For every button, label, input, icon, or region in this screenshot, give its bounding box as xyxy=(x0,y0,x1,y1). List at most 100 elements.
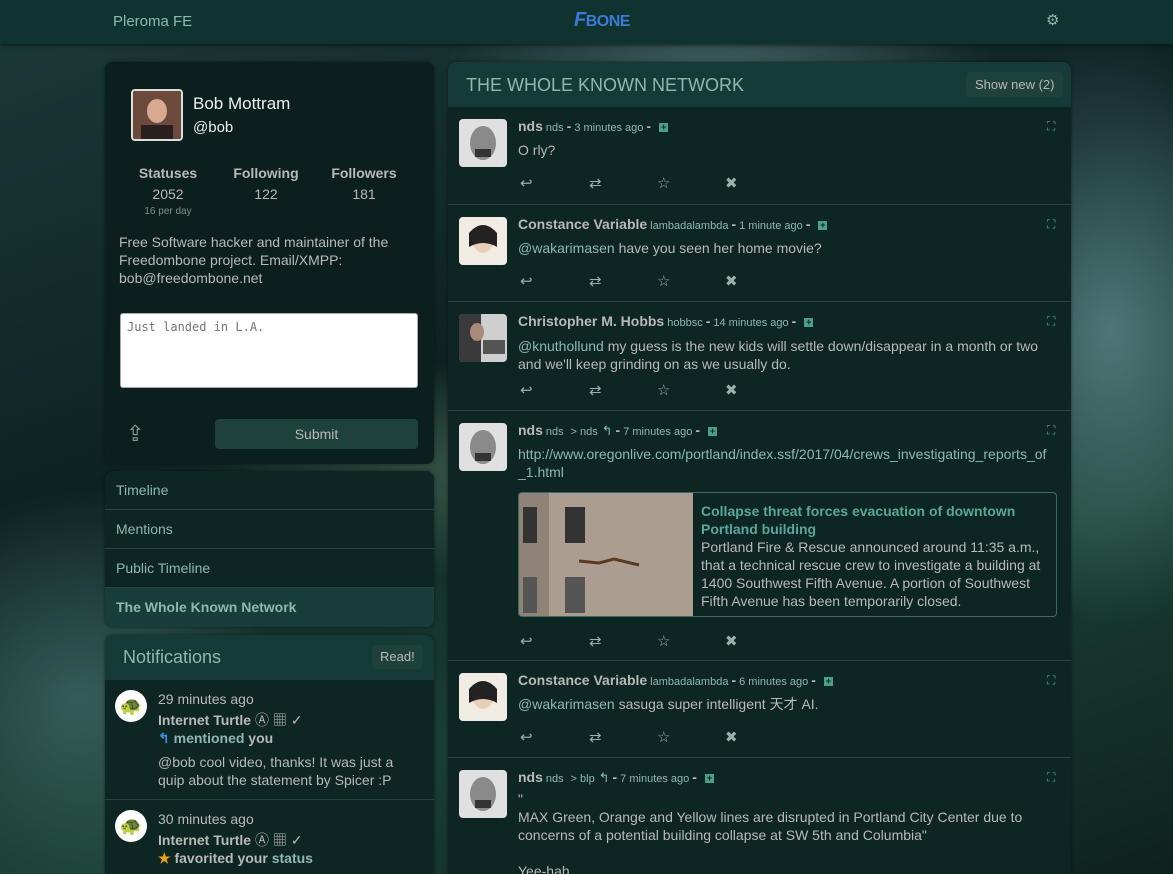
link-preview-image xyxy=(519,493,693,616)
timeline-panel: THE WHOLE KNOWN NETWORK Show new (2) nds… xyxy=(448,62,1071,874)
delete-x-icon[interactable]: ✖ xyxy=(725,381,738,399)
status-item: Constance Variable lambadalambda -6 minute… xyxy=(448,661,1071,758)
status-body: @wakarimasen have you seen her home movi… xyxy=(518,240,822,256)
top-navbar: Pleroma FE FBONE ⚙ xyxy=(0,0,1173,44)
status-link[interactable]: http://www.oregonlive.com/portland/index… xyxy=(518,445,1053,481)
status-body: @knuthollund my guess is the new kids wi… xyxy=(518,338,1039,372)
status-header: nds nds -3 minutes ago - + xyxy=(518,118,669,134)
binoculars-icon[interactable]: ⛶ xyxy=(1047,673,1055,688)
status-header: Christopher M. Hobbs hobbsc -14 minutes ag… xyxy=(518,313,814,329)
reply-icon: ↰ xyxy=(158,730,170,746)
nav-item-timeline[interactable]: Timeline xyxy=(105,471,434,510)
user-display-name[interactable]: Bob Mottram xyxy=(193,94,290,114)
turtle-avatar-icon[interactable]: 🐢 xyxy=(115,690,147,722)
stat-followers[interactable]: Followers 181 xyxy=(319,165,409,202)
binoculars-icon[interactable]: ⛶ xyxy=(1047,217,1055,232)
expand-icon[interactable]: + xyxy=(804,318,814,327)
repeat-icon[interactable]: ⇄ xyxy=(589,381,602,399)
checkmark-icon: ✓ xyxy=(290,712,303,728)
binoculars-icon[interactable]: ⛶ xyxy=(1047,314,1055,329)
timeline-nav: Timeline Mentions Public Timeline The Wh… xyxy=(105,471,434,627)
status-avatar[interactable] xyxy=(459,770,507,818)
delete-x-icon[interactable]: ✖ xyxy=(725,728,738,746)
favorite-star-icon[interactable]: ☆ xyxy=(657,272,670,290)
nav-item-mentions[interactable]: Mentions xyxy=(105,510,434,549)
expand-icon[interactable]: + xyxy=(818,221,828,230)
reply-icon[interactable]: ↩ xyxy=(520,381,533,399)
nav-item-whole-known-network[interactable]: The Whole Known Network xyxy=(105,588,434,627)
stat-statuses[interactable]: Statuses 2052 16 per day xyxy=(123,165,213,217)
status-header: Constance Variable lambadalambda -1 minute… xyxy=(518,216,828,232)
link-preview-title[interactable]: Collapse threat forces evacuation of dow… xyxy=(701,502,1053,538)
notification-time[interactable]: 30 minutes ago xyxy=(158,811,254,827)
expand-icon[interactable]: + xyxy=(659,123,669,132)
status-avatar[interactable] xyxy=(459,314,507,362)
star-icon: ★ xyxy=(158,850,171,866)
repeat-icon[interactable]: ⇄ xyxy=(589,632,602,650)
reply-icon[interactable]: ↩ xyxy=(520,272,533,290)
repeat-icon[interactable]: ⇄ xyxy=(589,272,602,290)
favorite-star-icon[interactable]: ☆ xyxy=(657,381,670,399)
status-avatar[interactable] xyxy=(459,217,507,265)
upload-media-icon[interactable]: ⇪ xyxy=(126,421,144,447)
status-item: nds nds > nds ↰ -7 minutes ago - + ⛶ http://… xyxy=(448,411,1071,661)
link-preview-card[interactable]: Collapse threat forces evacuation of dow… xyxy=(518,492,1057,617)
status-body: " MAX Green, Orange and Yellow lines are… xyxy=(518,791,1023,874)
link-preview-description: Portland Fire & Rescue announced around … xyxy=(701,539,1041,609)
notification-action: ★ favorited your status xyxy=(158,850,313,866)
checkmark-icon: ✓ xyxy=(290,832,303,848)
timeline-title: THE WHOLE KNOWN NETWORK xyxy=(466,75,744,95)
reply-to-icon[interactable]: ↰ xyxy=(602,423,613,438)
settings-gear-icon[interactable]: ⚙ xyxy=(1046,11,1059,29)
expand-icon[interactable]: + xyxy=(704,774,714,783)
expand-icon[interactable]: + xyxy=(823,677,833,686)
favorite-star-icon[interactable]: ☆ xyxy=(657,728,670,746)
freedombone-logo[interactable]: FBONE xyxy=(574,9,630,32)
turtle-avatar-icon[interactable]: 🐢 xyxy=(115,810,147,842)
submit-button[interactable]: Submit xyxy=(215,419,418,449)
status-item: Constance Variable lambadalambda -1 minute… xyxy=(448,205,1071,302)
user-avatar[interactable] xyxy=(131,89,183,141)
reply-to-icon[interactable]: ↰ xyxy=(599,770,610,785)
status-body: @wakarimasen sasuga super intelligent 天才… xyxy=(518,696,819,712)
status-item: nds nds -3 minutes ago - + ⛶ O rly? ↩ ⇄ ☆ ✖ xyxy=(448,107,1071,205)
favorite-star-icon[interactable]: ☆ xyxy=(657,174,670,192)
repeat-icon[interactable]: ⇄ xyxy=(589,174,602,192)
delete-x-icon[interactable]: ✖ xyxy=(725,272,738,290)
stat-following[interactable]: Following 122 xyxy=(221,165,311,202)
status-avatar[interactable] xyxy=(459,673,507,721)
reply-icon[interactable]: ↩ xyxy=(520,728,533,746)
status-header: Constance Variable lambadalambda -6 minute… xyxy=(518,672,833,688)
notification-user[interactable]: Internet Turtle Ⓐ ▦ ✓ xyxy=(158,710,302,730)
user-handle: @bob xyxy=(193,119,234,136)
status-avatar[interactable] xyxy=(459,119,507,167)
notification-item: 🐢 30 minutes ago Internet Turtle Ⓐ ▦ ✓ ★… xyxy=(105,800,434,874)
notifications-panel: Notifications Read! 🐢 29 minutes ago Int… xyxy=(105,635,434,874)
reply-icon[interactable]: ↩ xyxy=(520,632,533,650)
delete-x-icon[interactable]: ✖ xyxy=(725,632,738,650)
show-new-button[interactable]: Show new (2) xyxy=(966,72,1064,97)
status-header: nds nds > blp ↰ -7 minutes ago - + xyxy=(518,769,714,785)
status-item: nds nds > blp ↰ -7 minutes ago - + ⛶ " MAX G… xyxy=(448,758,1071,874)
nav-item-public-timeline[interactable]: Public Timeline xyxy=(105,549,434,588)
binoculars-icon[interactable]: ⛶ xyxy=(1047,770,1055,785)
notifications-title: Notifications xyxy=(123,647,222,667)
status-body: O rly? xyxy=(518,142,556,158)
notification-user[interactable]: Internet Turtle Ⓐ ▦ ✓ xyxy=(158,830,302,850)
timeline-header: THE WHOLE KNOWN NETWORK Show new (2) xyxy=(448,62,1071,107)
notification-time[interactable]: 29 minutes ago xyxy=(158,691,254,707)
status-avatar[interactable] xyxy=(459,423,507,471)
delete-x-icon[interactable]: ✖ xyxy=(725,174,738,192)
favorite-star-icon[interactable]: ☆ xyxy=(657,632,670,650)
user-bio: Free Software hacker and maintainer of t… xyxy=(119,234,389,286)
reply-icon[interactable]: ↩ xyxy=(520,174,533,192)
status-item: Christopher M. Hobbs hobbsc -14 minutes ag… xyxy=(448,302,1071,411)
expand-icon[interactable]: + xyxy=(708,427,717,436)
binoculars-icon[interactable]: ⛶ xyxy=(1047,119,1055,134)
repeat-icon[interactable]: ⇄ xyxy=(589,728,602,746)
site-title-link[interactable]: Pleroma FE xyxy=(113,13,192,30)
status-header: nds nds > nds ↰ -7 minutes ago - + xyxy=(518,422,717,438)
post-status-input[interactable] xyxy=(120,313,418,388)
binoculars-icon[interactable]: ⛶ xyxy=(1047,423,1055,438)
mark-read-button[interactable]: Read! xyxy=(372,645,423,669)
